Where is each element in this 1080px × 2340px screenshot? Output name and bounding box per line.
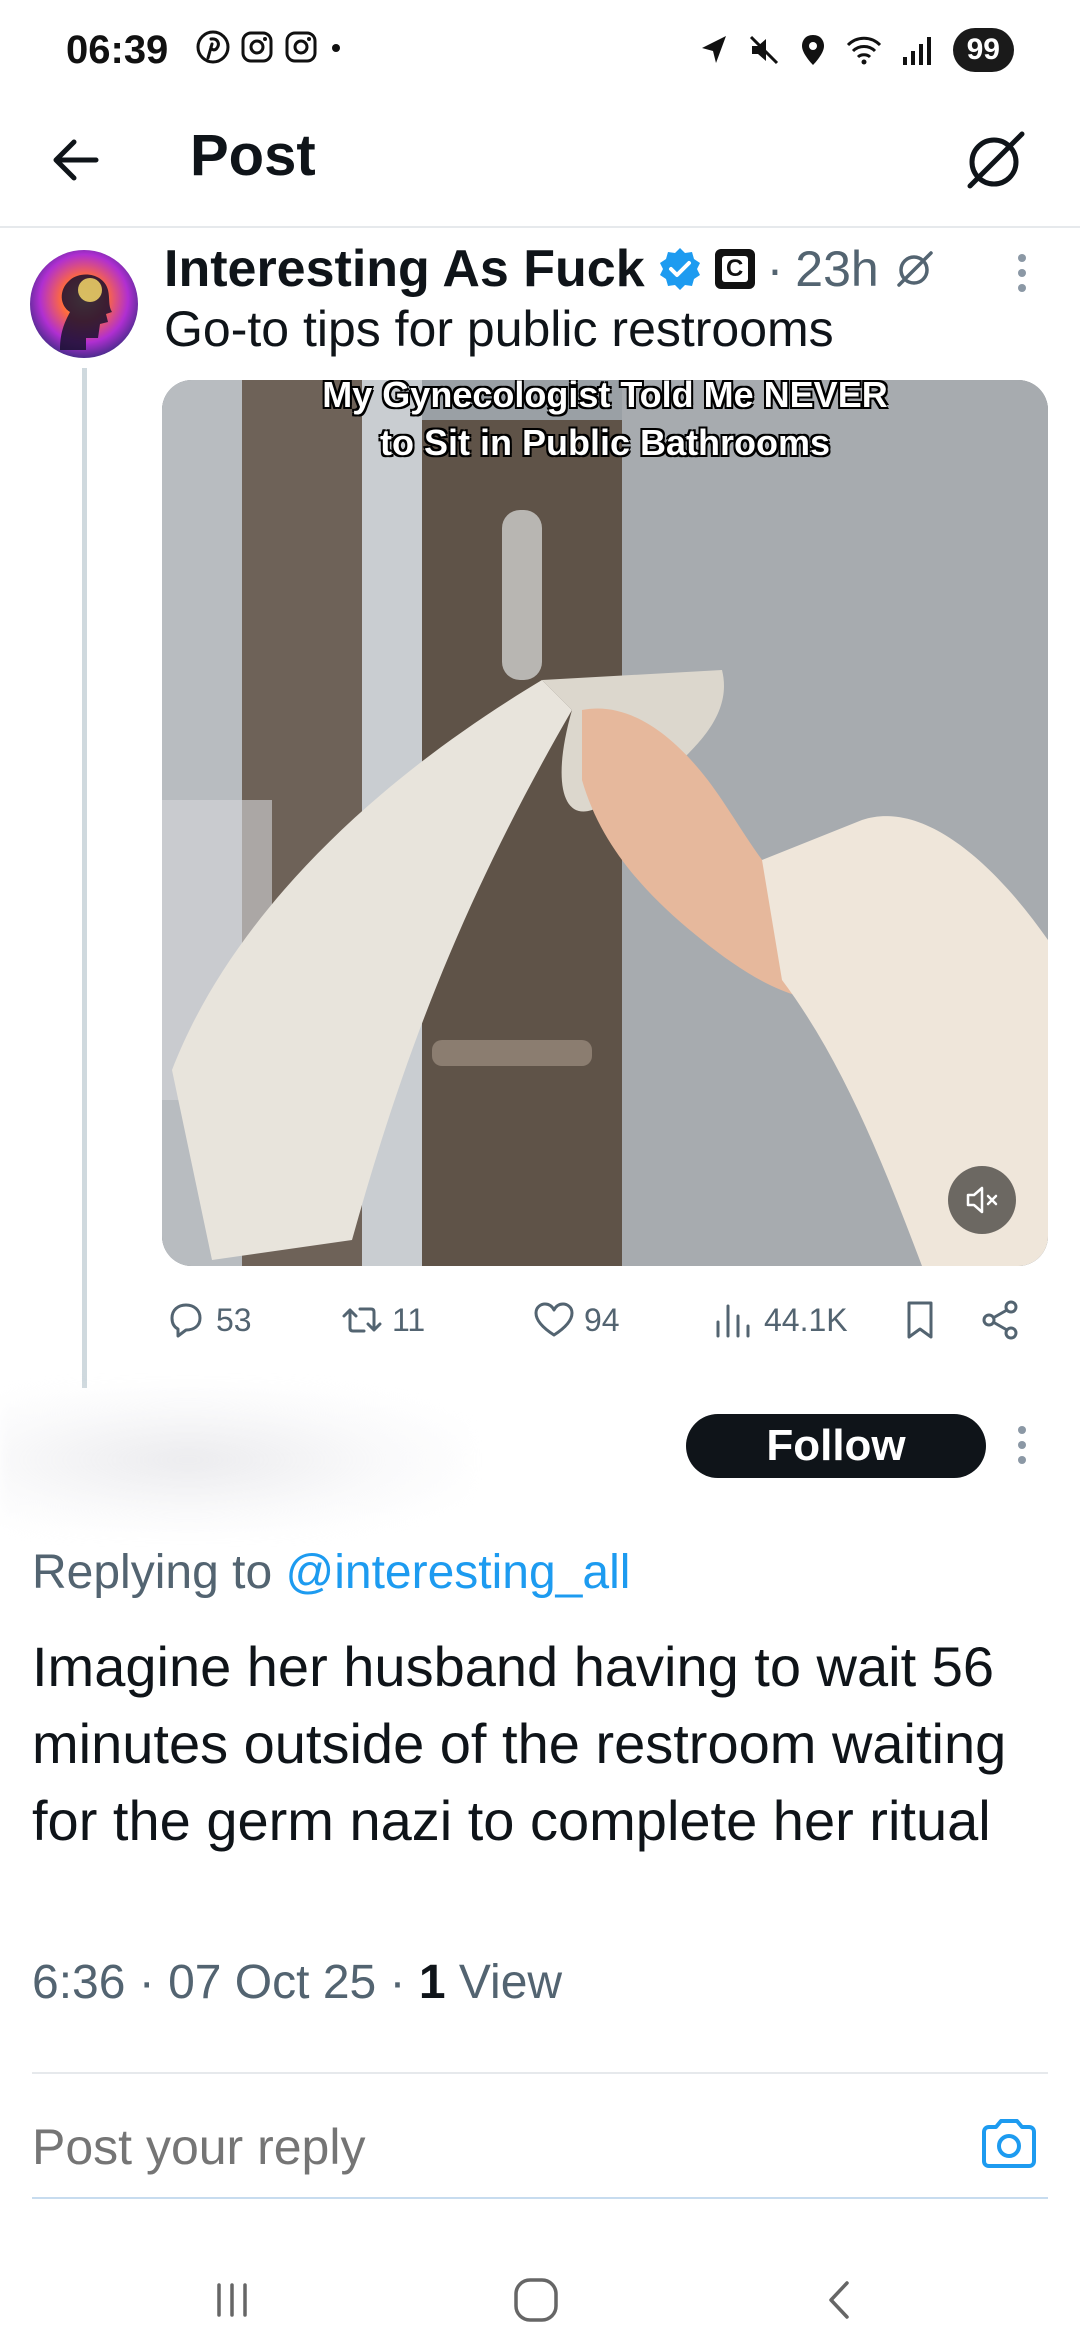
tweet-author-row: Interesting As Fuck C · 23h: [164, 238, 939, 300]
reply-action[interactable]: 53: [164, 1290, 252, 1350]
repost-icon: [342, 1307, 382, 1333]
reply-meta: 6:36 · 07 Oct 25 · 1 View: [32, 1955, 562, 2010]
redacted-user-info: [0, 1385, 470, 1535]
affiliate-badge[interactable]: C: [714, 249, 755, 289]
like-count: 94: [584, 1301, 620, 1338]
repost-count: 11: [392, 1301, 426, 1338]
status-system-icons: 99: [699, 28, 1014, 72]
camera-icon: [982, 2119, 1036, 2168]
views-count: 44.1K: [764, 1301, 848, 1338]
pinterest-icon: [196, 30, 230, 64]
page-title: Post: [190, 123, 316, 188]
author-name[interactable]: Interesting As Fuck: [164, 239, 645, 299]
reply-views-label: View: [445, 1956, 563, 2009]
bookmark-action[interactable]: [898, 1290, 942, 1350]
status-time: 06:39: [66, 28, 169, 72]
volume-muted-icon: [966, 1186, 998, 1214]
verified-badge-icon: [659, 248, 700, 290]
follow-button[interactable]: Follow: [686, 1414, 986, 1478]
home-icon: [514, 2278, 558, 2322]
dot-icon: [332, 44, 340, 52]
nav-back-icon: [829, 2281, 849, 2319]
views-chart-icon: [716, 1304, 750, 1338]
like-action[interactable]: 94: [532, 1290, 620, 1350]
reply-composer-input[interactable]: [32, 2118, 932, 2176]
share-action[interactable]: [978, 1290, 1022, 1350]
author-avatar[interactable]: [30, 250, 138, 358]
instagram-icon: [241, 31, 273, 63]
divider: [32, 2072, 1048, 2074]
recent-apps-button[interactable]: [192, 2260, 272, 2340]
grok-small-icon[interactable]: [891, 245, 939, 293]
tweet-text: Go-to tips for public restrooms: [164, 301, 834, 357]
system-nav-bar: [0, 2240, 1080, 2340]
wifi-icon: [846, 36, 881, 65]
tweet-video[interactable]: My Gynecologist Told Me NEVER to Sit in …: [162, 380, 1048, 1266]
thread-connector-line: [82, 368, 87, 1388]
back-arrow-icon: [53, 139, 99, 181]
signal-icon: [902, 37, 931, 65]
video-frame: [162, 380, 1048, 1266]
status-bar: 06:39 99: [0, 0, 1080, 100]
more-options-icon[interactable]: [1012, 248, 1032, 298]
screen: 06:39 99 Post Interesting As Fuck C · 23…: [0, 0, 1080, 2340]
replying-to-prefix: Replying to: [32, 1546, 286, 1599]
video-caption-line1: My Gynecologist Told Me NEVER: [322, 380, 888, 415]
reply-timestamp: 6:36 · 07 Oct 25 ·: [32, 1956, 419, 2009]
battery-indicator: 99: [952, 28, 1014, 72]
grok-icon: [967, 131, 1025, 189]
location-nav-icon: [701, 36, 726, 63]
reply-text: Imagine her husband having to wait 56 mi…: [32, 1635, 1007, 1852]
mute-icon: [749, 35, 778, 65]
camera-button[interactable]: [976, 2112, 1042, 2178]
instagram-icon: [285, 31, 317, 63]
reply-icon: [170, 1303, 202, 1338]
status-notification-icons: [196, 30, 344, 64]
repost-action[interactable]: 11: [340, 1290, 425, 1350]
meta-separator: ·: [766, 241, 784, 297]
share-icon: [982, 1300, 1018, 1340]
nav-back-button[interactable]: [800, 2260, 880, 2340]
affiliate-badge-letter: C: [721, 255, 748, 282]
views-action[interactable]: 44.1K: [712, 1290, 848, 1350]
tweet-time: 23h: [795, 241, 879, 297]
video-caption-line2: to Sit in Public Bathrooms: [379, 422, 831, 463]
replying-to-line: Replying to @interesting_all: [32, 1545, 630, 1600]
heart-icon: [534, 1302, 574, 1337]
composer-underline: [32, 2197, 1048, 2199]
avatar-head-icon: [60, 274, 112, 350]
grok-button[interactable]: [956, 120, 1036, 200]
bookmark-icon: [907, 1301, 933, 1339]
recent-apps-icon: [217, 2283, 247, 2317]
reply-more-options-icon[interactable]: [1012, 1420, 1032, 1470]
reply-views-count: 1: [418, 1956, 446, 2009]
location-pin-icon: [801, 35, 824, 65]
home-button[interactable]: [496, 2260, 576, 2340]
tweet-actions: 53 11 94 44.1K: [164, 1290, 1044, 1350]
top-app-bar: Post: [0, 100, 1080, 228]
replying-to-handle[interactable]: @interesting_all: [285, 1546, 630, 1599]
video-mute-button[interactable]: [948, 1166, 1016, 1234]
reply-count: 53: [216, 1301, 252, 1338]
back-button[interactable]: [46, 130, 106, 190]
